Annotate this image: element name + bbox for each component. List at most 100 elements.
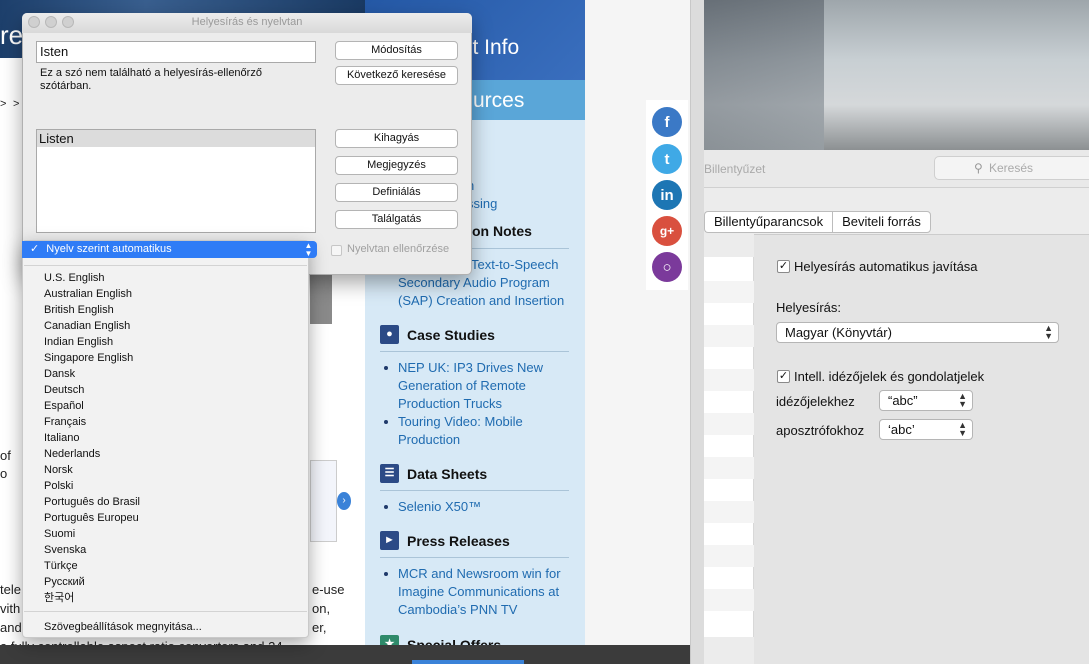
- prefs-tab-bar: Billentyűparancsok Beviteli forrás: [704, 211, 931, 233]
- language-option[interactable]: Italiano: [44, 431, 79, 445]
- sidebar-link-sap-2[interactable]: (SAP) Creation and Insertion: [398, 292, 573, 310]
- language-option[interactable]: Dansk: [44, 367, 75, 381]
- spelling-label: Helyesírás:: [776, 300, 842, 315]
- double-quotes-label: idézőjelekhez: [776, 394, 855, 409]
- sidebar-link-touring-1[interactable]: Touring Video: Mobile: [398, 413, 573, 431]
- language-option[interactable]: Australian English: [44, 287, 132, 301]
- list-row[interactable]: [704, 545, 754, 567]
- section-heading-notes: on Notes: [472, 223, 532, 239]
- dialog-title: Helyesírás és nyelvtan: [191, 16, 303, 28]
- language-option[interactable]: Singapore English: [44, 351, 133, 365]
- prefs-content-area: [754, 234, 1089, 664]
- sidebar-link-touring-2[interactable]: Production: [398, 431, 573, 449]
- language-option[interactable]: British English: [44, 303, 114, 317]
- list-row[interactable]: [704, 501, 754, 523]
- language-option[interactable]: Svenska: [44, 543, 86, 557]
- language-option[interactable]: Português Europeu: [44, 511, 139, 525]
- text-fragment: er,: [312, 620, 327, 635]
- sidebar-link-nep-2[interactable]: Generation of Remote: [398, 377, 573, 395]
- facebook-icon[interactable]: f: [652, 107, 682, 137]
- misspelled-word-field[interactable]: Isten: [36, 41, 316, 63]
- language-option[interactable]: Français: [44, 415, 86, 429]
- list-row[interactable]: [704, 369, 754, 391]
- menu-separator: [24, 265, 307, 266]
- learn-button[interactable]: Megjegyzés: [335, 156, 458, 175]
- sidebar-link-sap-1[interactable]: Secondary Audio Program: [398, 274, 573, 292]
- divider: [472, 248, 569, 249]
- sidebar-link-selenio[interactable]: Selenio X50™: [398, 498, 573, 516]
- language-option[interactable]: Canadian English: [44, 319, 130, 333]
- define-button[interactable]: Definiálás: [335, 183, 458, 202]
- list-row[interactable]: [704, 589, 754, 611]
- chat-icon[interactable]: ○: [652, 252, 682, 282]
- sidebar-link-mcr-1[interactable]: MCR and Newsroom win for: [398, 565, 573, 583]
- twitter-icon[interactable]: t: [652, 144, 682, 174]
- sidebar-link-nep-1[interactable]: NEP UK: IP3 Drives New: [398, 359, 573, 377]
- search-field[interactable]: ⚲ Keresés: [934, 156, 1089, 180]
- check-grammar-checkbox[interactable]: [331, 245, 342, 256]
- header-fragment: re: [0, 20, 24, 50]
- sidebar-link-mcr-2[interactable]: Imagine Communications at: [398, 583, 573, 601]
- language-option[interactable]: Español: [44, 399, 84, 413]
- guess-item[interactable]: Listen: [37, 130, 315, 147]
- googleplus-icon[interactable]: g+: [652, 216, 682, 246]
- double-quotes-value: “abc”: [888, 393, 918, 408]
- status-message: Ez a szó nem található a helyesírás-elle…: [40, 67, 262, 92]
- text-fragment: and: [0, 620, 22, 635]
- language-option[interactable]: Português do Brasil: [44, 495, 140, 509]
- search-placeholder: Keresés: [989, 161, 1034, 175]
- tab-input-sources[interactable]: Beviteli forrás: [832, 211, 931, 233]
- language-option[interactable]: Indian English: [44, 335, 113, 349]
- window-title: Billentyűzet: [704, 162, 766, 176]
- language-option[interactable]: Русский: [44, 575, 85, 589]
- linkedin-icon[interactable]: in: [652, 180, 682, 210]
- single-quotes-label: aposztrófokhoz: [776, 423, 865, 438]
- autocorrect-checkbox[interactable]: ✓: [777, 260, 790, 273]
- list-row[interactable]: [704, 413, 754, 435]
- language-option[interactable]: 한국어: [44, 591, 74, 605]
- chevron-updown-icon[interactable]: ▲ ▼: [300, 241, 317, 258]
- spelling-select[interactable]: Magyar (Könyvtár) ▲ ▼: [776, 322, 1059, 343]
- list-row[interactable]: [704, 281, 754, 303]
- menu-separator: [24, 611, 307, 612]
- window-scrollbar[interactable]: [690, 0, 704, 664]
- progress-indicator: [412, 660, 524, 664]
- list-row[interactable]: [704, 325, 754, 347]
- ignore-button[interactable]: Kihagyás: [335, 129, 458, 148]
- list-row[interactable]: [704, 457, 754, 479]
- megaphone-icon: ►: [380, 531, 399, 550]
- guess-button[interactable]: Találgatás: [335, 210, 458, 229]
- chevron-updown-icon: ▲ ▼: [1044, 323, 1053, 341]
- find-next-button[interactable]: Következő keresése: [335, 66, 458, 85]
- language-option[interactable]: Polski: [44, 479, 73, 493]
- double-quotes-select[interactable]: “abc” ▲ ▼: [879, 390, 973, 411]
- section-heading-data-sheets: ☰ Data Sheets: [380, 464, 487, 483]
- language-option-automatic[interactable]: ✓ Nyelv szerint automatikus: [22, 241, 309, 258]
- single-quotes-select[interactable]: ‘abc’ ▲ ▼: [879, 419, 973, 440]
- sidebar-link-mcr-3[interactable]: Cambodia’s PNN TV: [398, 601, 573, 619]
- divider: [380, 351, 569, 352]
- divider: [380, 490, 569, 491]
- doc-icon: ☰: [380, 464, 399, 483]
- language-option[interactable]: U.S. English: [44, 271, 105, 285]
- language-option[interactable]: Suomi: [44, 527, 75, 541]
- sidebar-link-nep-3[interactable]: Production Trucks: [398, 395, 573, 413]
- carousel-next-icon[interactable]: ›: [337, 492, 351, 510]
- language-option[interactable]: Deutsch: [44, 383, 84, 397]
- language-option[interactable]: Türkçe: [44, 559, 78, 573]
- bullet: [384, 572, 388, 576]
- single-quotes-value: ‘abc’: [888, 422, 915, 437]
- spelling-value: Magyar (Könyvtár): [785, 325, 892, 340]
- text-fragment: tele: [0, 582, 21, 597]
- language-option[interactable]: Norsk: [44, 463, 73, 477]
- prefs-sidebar-list: [704, 257, 754, 637]
- language-option[interactable]: Nederlands: [44, 447, 100, 461]
- person-icon: ●: [380, 325, 399, 344]
- change-button[interactable]: Módosítás: [335, 41, 458, 60]
- tab-shortcuts[interactable]: Billentyűparancsok: [704, 211, 833, 233]
- text-fragment: e-use: [312, 582, 345, 597]
- section-heading-case-studies: ● Case Studies: [380, 325, 495, 344]
- smart-quotes-checkbox[interactable]: ✓: [777, 370, 790, 383]
- open-text-preferences-item[interactable]: Szövegbeállítások megnyitása...: [44, 620, 202, 634]
- check-grammar-label: Nyelvtan ellenőrzése: [347, 243, 450, 255]
